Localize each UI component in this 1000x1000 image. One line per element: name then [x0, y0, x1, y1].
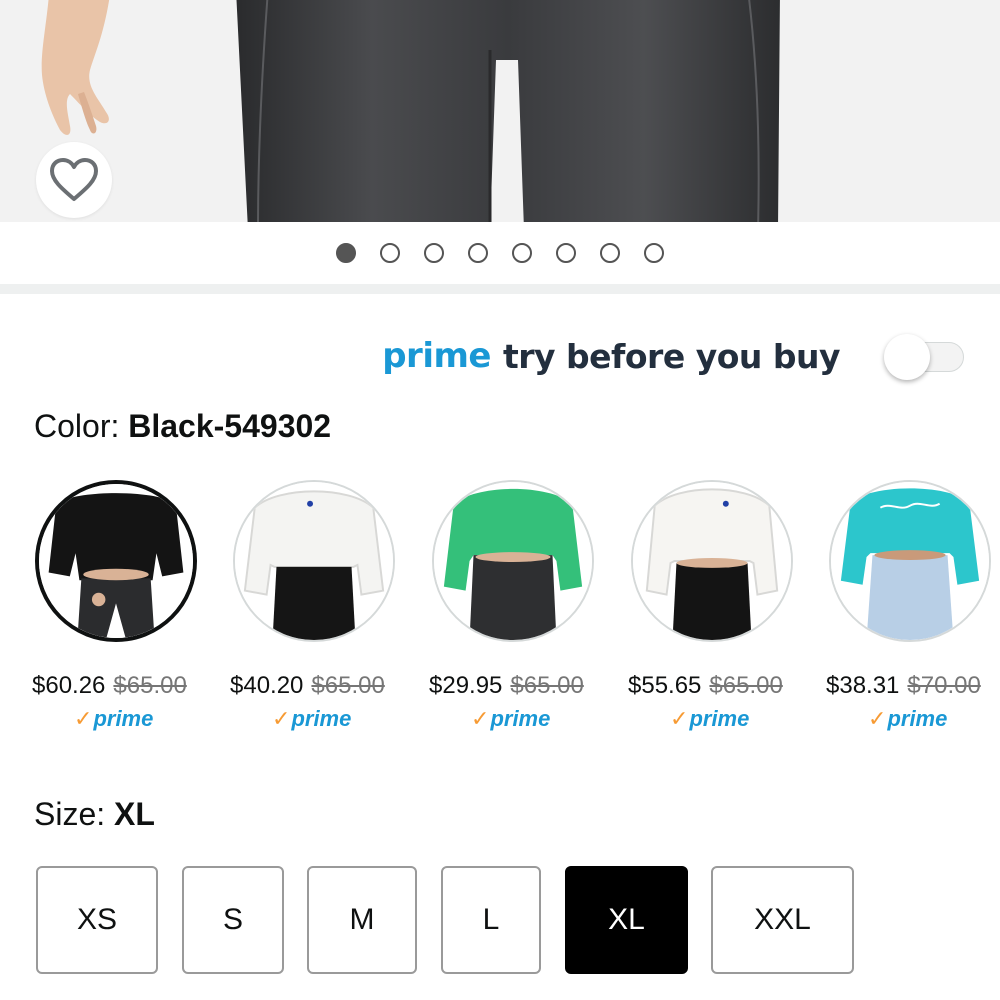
- swatch-image: [631, 480, 793, 642]
- carousel-dot[interactable]: [424, 243, 444, 263]
- prime-check-icon: ✓: [272, 706, 291, 731]
- color-label-prefix: Color:: [34, 408, 120, 444]
- swatch-image: [35, 480, 197, 642]
- swatch-price: $60.26 $65.00: [32, 672, 187, 700]
- model-hand-image: [41, 0, 110, 135]
- size-label-prefix: Size:: [34, 796, 106, 832]
- prime-badge: ✓prime: [670, 706, 749, 732]
- list-price: $70.00: [907, 672, 981, 699]
- carousel-dot[interactable]: [336, 243, 356, 263]
- prime-check-icon: ✓: [74, 706, 93, 731]
- sale-price: $38.31: [826, 672, 900, 699]
- try-before-you-buy-label: try before you buy: [502, 336, 841, 376]
- prime-badge: ✓prime: [471, 706, 550, 732]
- sale-price: $40.20: [230, 672, 304, 699]
- carousel-dot[interactable]: [380, 243, 400, 263]
- size-option-l[interactable]: L: [441, 866, 541, 974]
- heart-outline-icon: [50, 158, 98, 201]
- list-price: $65.00: [510, 672, 584, 699]
- swatch-image: [233, 480, 395, 642]
- size-option-xxl[interactable]: XXL: [711, 866, 854, 974]
- prime-badge-text: prime: [93, 706, 154, 731]
- carousel-dot[interactable]: [600, 243, 620, 263]
- try-before-you-buy-toggle[interactable]: [884, 334, 966, 380]
- selected-size: XL: [114, 796, 155, 832]
- carousel-dot[interactable]: [512, 243, 532, 263]
- prime-logo-text: prime: [382, 336, 491, 376]
- color-swatch-black[interactable]: $60.26 $65.00 ✓prime: [32, 478, 230, 731]
- size-option-xl[interactable]: XL: [565, 866, 688, 974]
- prime-check-icon: ✓: [670, 706, 689, 731]
- list-price: $65.00: [709, 672, 783, 699]
- size-option-s[interactable]: S: [182, 866, 284, 974]
- prime-badge-text: prime: [490, 706, 551, 731]
- favorite-button[interactable]: [36, 142, 112, 218]
- section-divider: [0, 284, 1000, 294]
- prime-badge-text: prime: [291, 706, 352, 731]
- list-price: $65.00: [311, 672, 385, 699]
- swatch-price: $29.95 $65.00: [429, 672, 584, 700]
- prime-badge-text: prime: [689, 706, 750, 731]
- prime-badge: ✓prime: [868, 706, 947, 732]
- selected-color-name: Black-549302: [128, 408, 332, 444]
- size-label: Size: XL: [34, 796, 155, 833]
- sale-price: $29.95: [429, 672, 503, 699]
- color-swatch-white-2[interactable]: $55.65 $65.00 ✓prime: [628, 478, 826, 731]
- prime-badge: ✓prime: [272, 706, 351, 732]
- swatch-image: [432, 480, 594, 642]
- toggle-knob: [884, 334, 930, 380]
- color-swatch-green[interactable]: $29.95 $65.00 ✓prime: [429, 478, 627, 731]
- prime-try-before-you-buy: prime try before you buy: [382, 334, 966, 380]
- prime-badge-text: prime: [887, 706, 948, 731]
- color-swatch-white[interactable]: $40.20 $65.00 ✓prime: [230, 478, 428, 731]
- size-selector: XS S M L XL XXL: [0, 866, 1000, 978]
- color-swatch-teal[interactable]: $38.31 $70.00 ✓prime: [826, 478, 1000, 731]
- swatch-price: $55.65 $65.00: [628, 672, 783, 700]
- carousel-dot[interactable]: [644, 243, 664, 263]
- color-label: Color: Black-549302: [34, 408, 331, 445]
- prime-check-icon: ✓: [471, 706, 490, 731]
- jeans-image: [236, 0, 780, 222]
- swatch-price: $40.20 $65.00: [230, 672, 385, 700]
- list-price: $65.00: [113, 672, 187, 699]
- size-option-xs[interactable]: XS: [36, 866, 158, 974]
- carousel-dot[interactable]: [468, 243, 488, 263]
- sale-price: $55.65: [628, 672, 702, 699]
- size-option-m[interactable]: M: [307, 866, 417, 974]
- swatch-price: $38.31 $70.00: [826, 672, 981, 700]
- swatch-image: [829, 480, 991, 642]
- prime-check-icon: ✓: [868, 706, 887, 731]
- sale-price: $60.26: [32, 672, 106, 699]
- prime-badge: ✓prime: [74, 706, 153, 732]
- image-carousel-indicators: [0, 222, 1000, 284]
- product-image[interactable]: [0, 0, 1000, 222]
- carousel-dot[interactable]: [556, 243, 576, 263]
- color-swatch-list: $60.26 $65.00 ✓prime $40.20 $65.00 ✓prime: [0, 478, 1000, 738]
